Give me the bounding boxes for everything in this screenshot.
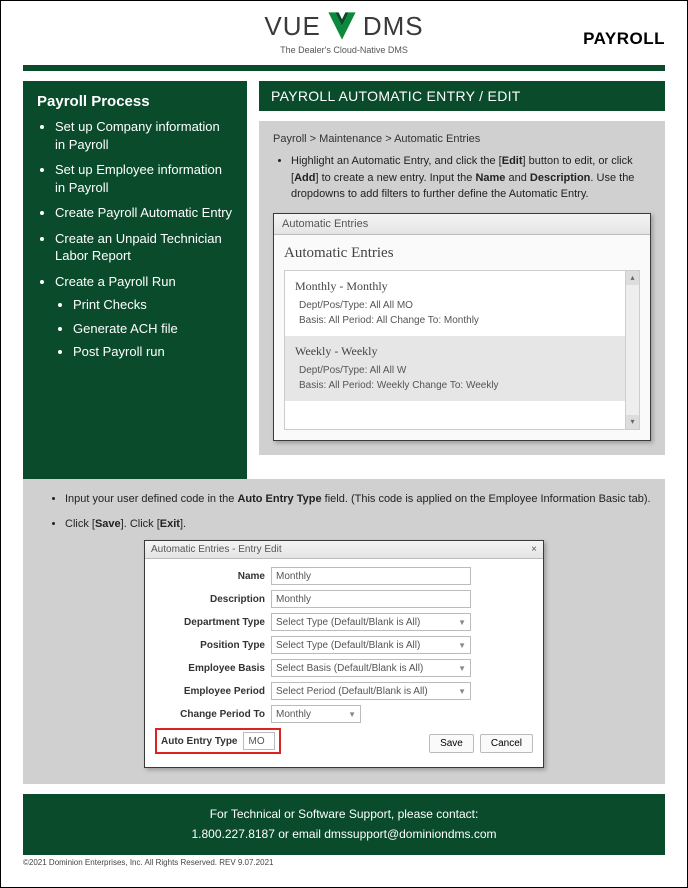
lower-panel: Input your user defined code in the Auto… (23, 479, 665, 784)
page-title: PAYROLL (583, 29, 665, 49)
chevron-down-icon: ▼ (458, 618, 466, 627)
instruction-text: Input your user defined code in the Auto… (65, 491, 651, 508)
instruction-text: Click [Save]. Click [Exit]. (65, 516, 651, 533)
instruction-panel: Payroll > Maintenance > Automatic Entrie… (259, 121, 665, 455)
entry-title: Weekly - Weekly (295, 344, 629, 359)
window-titlebar: Automatic Entries (274, 214, 650, 235)
chevron-down-icon: ▼ (458, 664, 466, 673)
sidebar-subitem: Generate ACH file (73, 320, 233, 338)
auto-entry-type-input[interactable] (243, 732, 275, 750)
cancel-button[interactable]: Cancel (480, 734, 533, 753)
entry-detail: Dept/Pos/Type: All All W (295, 365, 629, 376)
breadcrumb: Payroll > Maintenance > Automatic Entrie… (273, 133, 651, 145)
position-type-label: Position Type (155, 640, 265, 651)
auto-entry-type-highlight: Auto Entry Type (155, 728, 281, 754)
entry-list[interactable]: Monthly - Monthly Dept/Pos/Type: All All… (284, 270, 640, 430)
window-heading: Automatic Entries (284, 245, 640, 262)
sidebar-item: Create a Payroll Run Print Checks Genera… (55, 273, 233, 361)
chevron-down-icon: ▼ (458, 641, 466, 650)
position-type-select[interactable]: Select Type (Default/Blank is All)▼ (271, 636, 471, 654)
sidebar-item: Set up Employee information in Payroll (55, 161, 233, 196)
footer-line: For Technical or Software Support, pleas… (31, 804, 657, 824)
scrollbar[interactable]: ▴ ▾ (625, 271, 639, 429)
save-button[interactable]: Save (429, 734, 474, 753)
sidebar-item: Create an Unpaid Technician Labor Report (55, 230, 233, 265)
instruction-text: Highlight an Automatic Entry, and click … (291, 153, 651, 203)
sidebar-subitem: Post Payroll run (73, 343, 233, 361)
scroll-up-icon[interactable]: ▴ (626, 271, 639, 285)
sidebar: Payroll Process Set up Company informati… (23, 81, 247, 479)
logo-v-icon (325, 9, 359, 43)
logo-block: VUE DMS The Dealer's Cloud-Native DMS (264, 9, 423, 55)
chevron-down-icon: ▼ (348, 710, 356, 719)
sidebar-item: Set up Company information in Payroll (55, 118, 233, 153)
change-period-label: Change Period To (155, 709, 265, 720)
list-item[interactable]: Monthly - Monthly Dept/Pos/Type: All All… (285, 271, 639, 336)
scroll-down-icon[interactable]: ▾ (626, 415, 639, 429)
employee-basis-select[interactable]: Select Basis (Default/Blank is All)▼ (271, 659, 471, 677)
sidebar-subitem: Print Checks (73, 296, 233, 314)
auto-entry-type-label: Auto Entry Type (161, 736, 237, 747)
sidebar-item-label: Create a Payroll Run (55, 274, 176, 289)
change-period-select[interactable]: Monthly▼ (271, 705, 361, 723)
footer-line: 1.800.227.8187 or email dmssupport@domin… (31, 824, 657, 844)
section-title-bar: PAYROLL AUTOMATIC ENTRY / EDIT (259, 81, 665, 111)
employee-period-select[interactable]: Select Period (Default/Blank is All)▼ (271, 682, 471, 700)
sidebar-item: Create Payroll Automatic Entry (55, 204, 233, 222)
logo-text-vue: VUE (264, 11, 320, 42)
logo-text-dms: DMS (363, 11, 424, 42)
chevron-down-icon: ▼ (458, 687, 466, 696)
employee-period-label: Employee Period (155, 686, 265, 697)
entry-detail: Basis: All Period: Weekly Change To: Wee… (295, 380, 629, 391)
close-icon[interactable]: × (531, 544, 537, 555)
name-label: Name (155, 571, 265, 582)
list-item[interactable]: Weekly - Weekly Dept/Pos/Type: All All W… (285, 336, 639, 401)
department-type-select[interactable]: Select Type (Default/Blank is All)▼ (271, 613, 471, 631)
name-input[interactable] (271, 567, 471, 585)
department-type-label: Department Type (155, 617, 265, 628)
description-input[interactable] (271, 590, 471, 608)
entry-edit-window: Automatic Entries - Entry Edit × Name De… (144, 540, 544, 768)
entry-detail: Basis: All Period: All Change To: Monthl… (295, 315, 629, 326)
copyright: ©2021 Dominion Enterprises, Inc. All Rig… (1, 855, 687, 870)
logo-tagline: The Dealer's Cloud-Native DMS (264, 45, 423, 55)
entry-title: Monthly - Monthly (295, 279, 629, 294)
description-label: Description (155, 594, 265, 605)
employee-basis-label: Employee Basis (155, 663, 265, 674)
support-footer: For Technical or Software Support, pleas… (23, 794, 665, 855)
sidebar-heading: Payroll Process (37, 93, 233, 110)
automatic-entries-window: Automatic Entries Automatic Entries Mont… (273, 213, 651, 441)
header: VUE DMS The Dealer's Cloud-Native DMS PA… (1, 1, 687, 59)
window-titlebar: Automatic Entries - Entry Edit × (145, 541, 543, 559)
entry-detail: Dept/Pos/Type: All All MO (295, 300, 629, 311)
